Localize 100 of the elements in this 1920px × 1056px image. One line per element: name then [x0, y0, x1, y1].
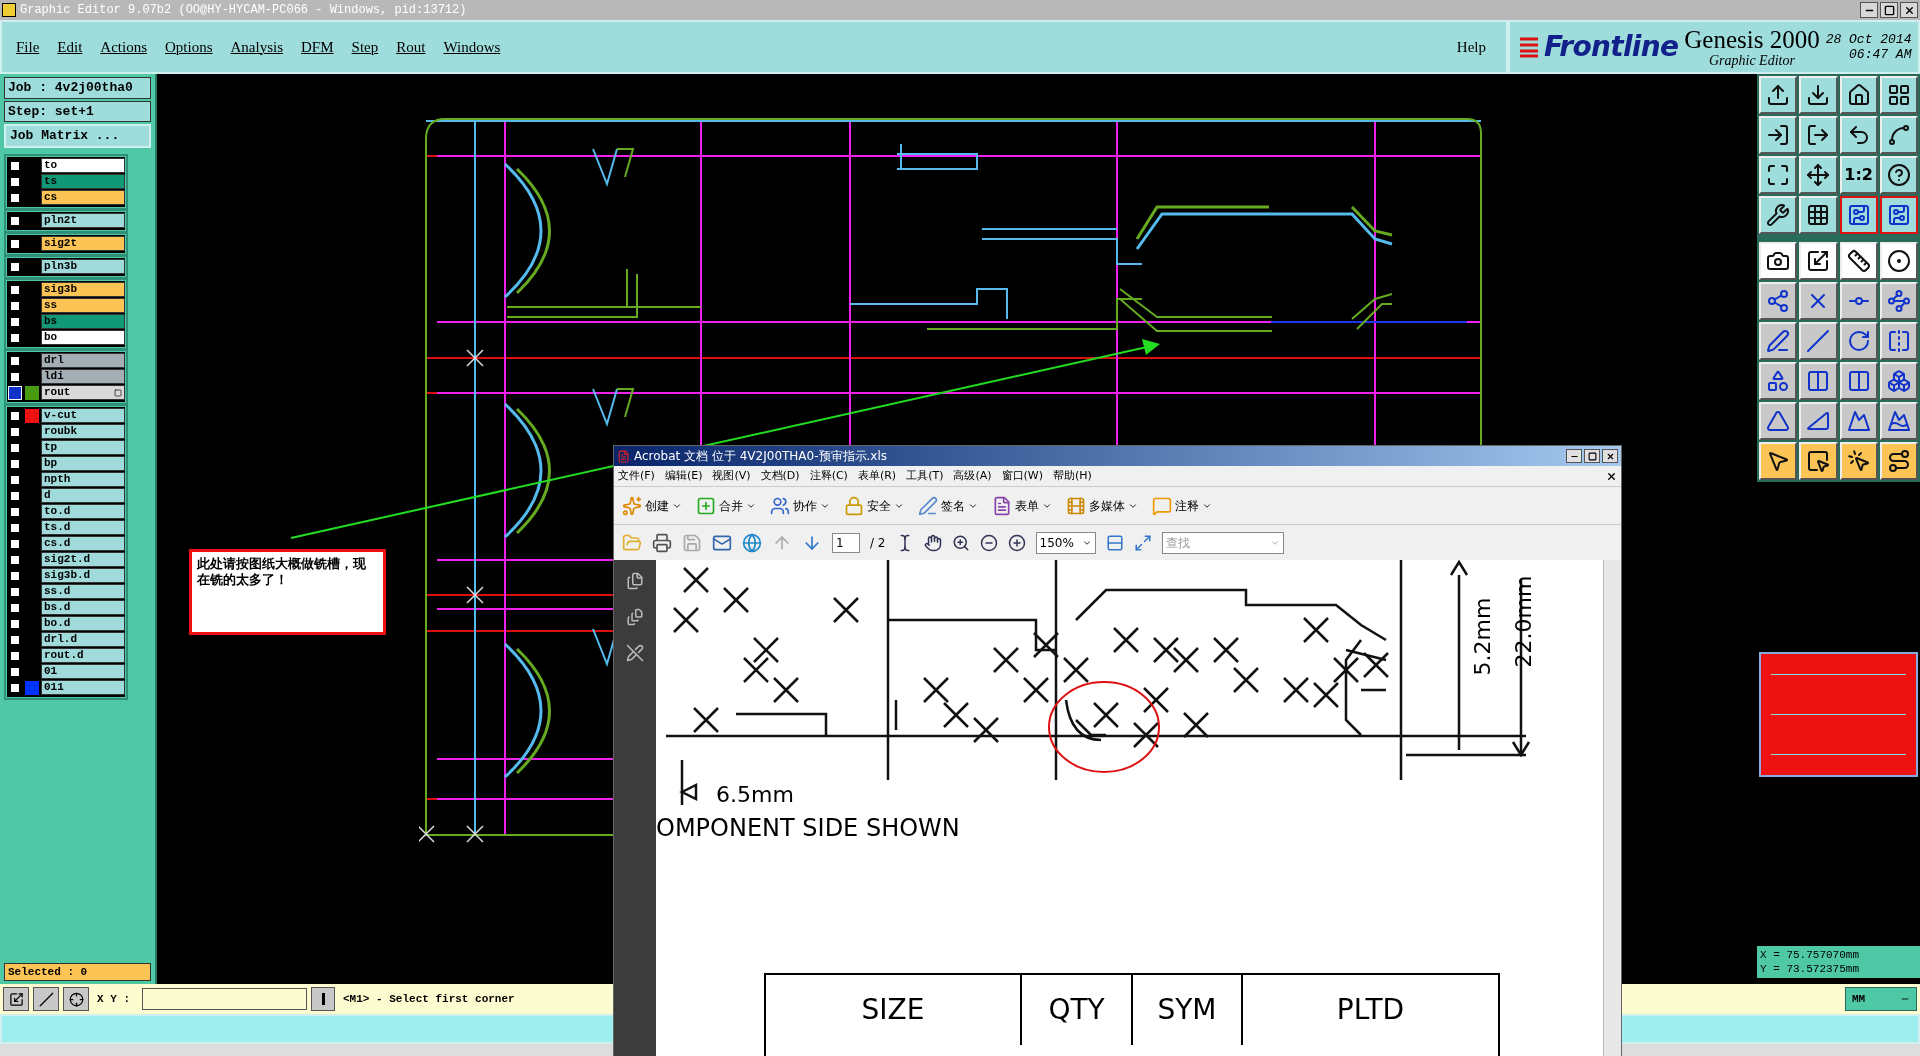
tool-button[interactable] [1879, 442, 1918, 480]
layer-item[interactable]: pln2t [41, 213, 125, 228]
layer-checkbox[interactable] [9, 601, 21, 614]
tool-button[interactable] [1839, 196, 1878, 234]
tool-button[interactable] [1799, 242, 1838, 280]
layer-item[interactable]: bp [41, 456, 125, 471]
alert-button[interactable] [311, 987, 335, 1011]
task-button[interactable]: 签名 [918, 495, 978, 516]
tool-button[interactable] [1759, 282, 1798, 320]
tool-button[interactable] [1759, 362, 1798, 400]
signatures-icon[interactable] [626, 644, 644, 662]
tool-button[interactable] [1799, 76, 1838, 114]
layer-checkbox[interactable] [9, 473, 21, 486]
layer-item[interactable]: bs [41, 314, 125, 329]
layer-item[interactable]: bo.d [41, 616, 125, 631]
layer-item[interactable]: ss [41, 298, 125, 313]
job-matrix-button[interactable]: Job Matrix ... [4, 124, 151, 148]
layer-checkbox[interactable] [9, 260, 21, 273]
layer-checkbox[interactable] [9, 665, 21, 678]
layer-checkbox[interactable] [9, 237, 21, 250]
menu-item[interactable]: DFM [301, 35, 334, 59]
maximize-button[interactable] [1880, 2, 1898, 18]
tool-button[interactable] [1799, 442, 1838, 480]
menu-item[interactable]: 工具(T) [906, 467, 944, 485]
fit-width-icon[interactable] [1133, 533, 1152, 552]
status-tool-button[interactable] [3, 987, 29, 1011]
layer-checkbox[interactable] [9, 441, 21, 454]
tool-button[interactable] [1839, 282, 1878, 320]
task-button[interactable]: 协作 [770, 495, 830, 516]
layer-checkbox[interactable] [9, 331, 21, 344]
menu-item[interactable]: 窗口(W) [1001, 467, 1044, 485]
task-button[interactable]: 安全 [844, 495, 904, 516]
hand-icon[interactable] [923, 533, 942, 552]
tool-button[interactable] [1879, 322, 1918, 360]
task-button[interactable]: 注释 [1152, 495, 1212, 516]
printer-icon[interactable] [652, 532, 672, 553]
layer-item[interactable]: sig3b.d [41, 568, 125, 583]
tool-button[interactable] [1839, 322, 1878, 360]
layer-item[interactable]: rout.d [41, 648, 125, 663]
pages-icon[interactable] [626, 572, 644, 590]
tool-button[interactable] [1759, 196, 1798, 234]
task-button[interactable]: 合并 [696, 495, 756, 516]
layer-item[interactable]: 011 [41, 680, 125, 695]
menu-item[interactable]: 表单(R) [857, 467, 897, 485]
tool-button[interactable] [1879, 156, 1918, 194]
zoom-out-icon[interactable] [979, 533, 998, 552]
close-icon[interactable] [1606, 470, 1617, 482]
page-number-field[interactable]: 1 [832, 532, 860, 553]
layer-item[interactable]: sig3b [41, 282, 125, 297]
layer-item[interactable]: rout [41, 385, 125, 400]
layer-item[interactable]: ss.d [41, 584, 125, 599]
layer-checkbox[interactable] [9, 633, 21, 646]
layer-item[interactable]: drl.d [41, 632, 125, 647]
layer-checkbox[interactable] [9, 283, 21, 296]
layer-item[interactable]: v-cut [41, 408, 125, 423]
page-fit-icon[interactable] [1105, 533, 1124, 552]
tool-button[interactable] [1759, 442, 1798, 480]
layer-item[interactable]: d [41, 488, 125, 503]
layer-checkbox[interactable] [9, 489, 21, 502]
menu-item[interactable]: Windows [443, 35, 501, 59]
menu-item[interactable]: Help [1456, 35, 1486, 59]
layer-item[interactable]: sig2t.d [41, 552, 125, 567]
layer-checkbox[interactable] [9, 386, 21, 399]
minimize-button[interactable] [1566, 449, 1582, 463]
minimize-button[interactable] [1860, 2, 1878, 18]
status-tool-button[interactable] [63, 987, 89, 1011]
tool-button[interactable] [1759, 116, 1798, 154]
layer-checkbox[interactable] [9, 191, 21, 204]
tool-button[interactable] [1799, 322, 1838, 360]
layer-item[interactable]: ts [41, 174, 125, 189]
scale-button[interactable]: 1:2 [1839, 156, 1878, 194]
layer-checkbox[interactable] [9, 315, 21, 328]
task-button[interactable]: 表单 [992, 495, 1052, 516]
menu-item[interactable]: Analysis [230, 35, 284, 59]
layer-item[interactable]: cs.d [41, 536, 125, 551]
tool-button[interactable] [1839, 242, 1878, 280]
layer-checkbox[interactable] [9, 159, 21, 172]
menu-item[interactable]: 编辑(E) [664, 467, 703, 485]
layer-item[interactable]: cs [41, 190, 125, 205]
layer-checkbox[interactable] [9, 569, 21, 582]
tool-button[interactable] [1799, 156, 1838, 194]
tool-button[interactable] [1759, 76, 1798, 114]
layer-item[interactable]: to [41, 158, 125, 173]
layer-checkbox[interactable] [9, 649, 21, 662]
tool-button[interactable] [1879, 402, 1918, 440]
menu-item[interactable]: Edit [57, 35, 83, 59]
layer-checkbox[interactable] [9, 175, 21, 188]
layer-checkbox[interactable] [9, 505, 21, 518]
menu-item[interactable]: 文件(F) [618, 467, 655, 485]
menu-item[interactable]: 高级(A) [953, 467, 992, 485]
menu-item[interactable]: 文档(D) [760, 467, 800, 485]
layer-checkbox[interactable] [9, 409, 21, 422]
layer-checkbox[interactable] [9, 681, 21, 694]
layer-item[interactable]: pln3b [41, 259, 125, 274]
tool-button[interactable] [1759, 156, 1798, 194]
tool-button[interactable] [1879, 282, 1918, 320]
layer-item[interactable]: ldi [41, 369, 125, 384]
attachments-icon[interactable] [626, 608, 644, 626]
tool-button[interactable] [1879, 76, 1918, 114]
layer-checkbox[interactable] [9, 537, 21, 550]
